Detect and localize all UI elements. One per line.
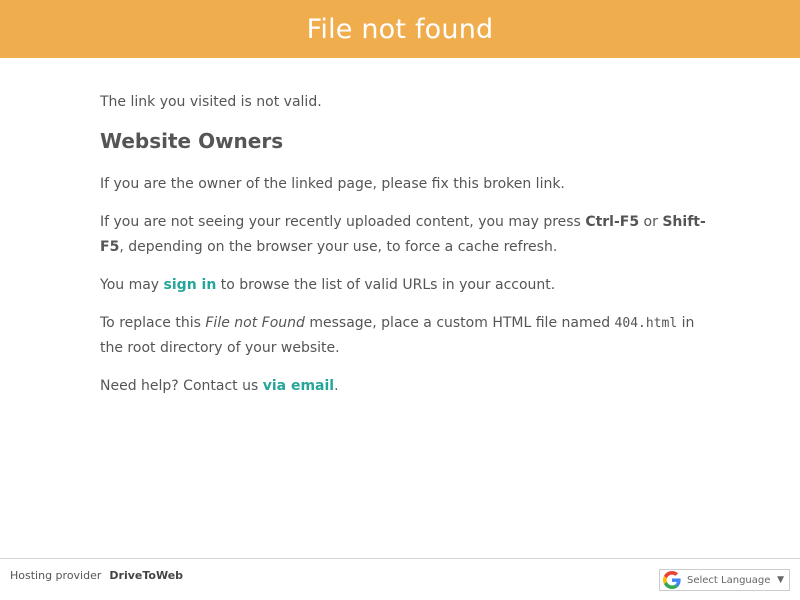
sign-in-text: You may sign in to browse the list of va…: [100, 273, 710, 298]
email-link[interactable]: via email: [263, 378, 334, 394]
cache-refresh-text: If you are not seeing your recently uplo…: [100, 210, 710, 260]
replace-message-text: To replace this File not Found message, …: [100, 311, 710, 361]
provider-label: Hosting provider: [10, 569, 102, 582]
help-text: Need help? Contact us via email.: [100, 374, 710, 399]
owner-fix-text: If you are the owner of the linked page,…: [100, 176, 565, 192]
footer: Hosting provider DriveToWeb Select Langua…: [0, 558, 800, 600]
provider-link[interactable]: DriveToWeb: [109, 569, 183, 582]
signin-text-after: to browse the list of valid URLs in your…: [216, 277, 556, 293]
cache-text-after: , depending on the browser your use, to …: [119, 239, 558, 255]
intro-text: The link you visited is not valid.: [100, 94, 322, 110]
language-select[interactable]: Select Language ▼: [659, 569, 790, 591]
ctrl-f5-key: Ctrl-F5: [585, 214, 640, 230]
section-heading: Website Owners: [100, 129, 284, 153]
sign-in-link[interactable]: sign in: [164, 277, 217, 293]
file-not-found-emphasis: File not Found: [205, 315, 305, 331]
cache-text-mid: or: [639, 214, 663, 230]
page-title: File not found: [306, 13, 494, 45]
replace-text-before: To replace this: [100, 315, 206, 331]
custom-file-name: 404.html: [614, 316, 678, 331]
cache-text-before: If you are not seeing your recently uplo…: [100, 214, 586, 230]
help-text-before: Need help? Contact us: [100, 378, 263, 394]
page: File not found The link you visited is n…: [0, 0, 800, 600]
chevron-down-icon: ▼: [777, 575, 784, 585]
hosting-provider: Hosting provider DriveToWeb: [10, 569, 183, 582]
replace-text-mid: message, place a custom HTML file named: [304, 315, 615, 331]
signin-text-before: You may: [100, 277, 164, 293]
help-text-after: .: [334, 378, 339, 394]
language-select-label: Select Language: [687, 574, 771, 586]
main-content: The link you visited is not valid. Websi…: [100, 90, 710, 412]
header-banner: File not found: [0, 0, 800, 58]
google-g-icon: [663, 571, 681, 589]
